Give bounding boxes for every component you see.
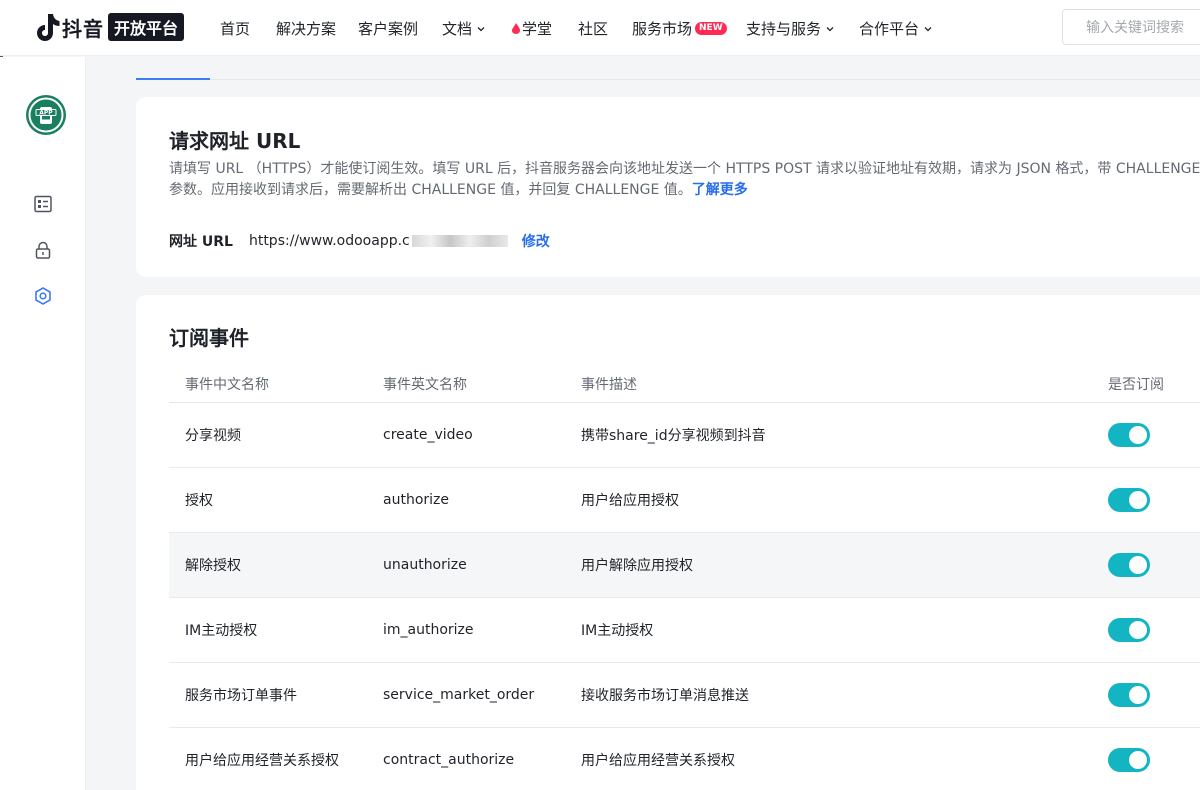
app-avatar[interactable]: APP	[26, 95, 66, 135]
douyin-open-platform-logo[interactable]: 抖音 开放平台	[34, 12, 185, 42]
col-header-description: 事件描述	[565, 367, 1092, 403]
subscribe-toggle[interactable]	[1108, 422, 1150, 447]
request-url-card: 请求网址 URL 请填写 URL （HTTPS）才能使订阅生效。填写 URL 后…	[136, 97, 1200, 277]
douyin-note-icon	[37, 14, 60, 41]
nav-label: 支持与服务	[746, 20, 822, 38]
event-description: 用户给应用授权	[565, 467, 1092, 533]
url-description: 请填写 URL （HTTPS）才能使订阅生效。填写 URL 后，抖音服务器会向该…	[169, 159, 1200, 201]
subscribe-events-card: 订阅事件 事件中文名称 事件英文名称 事件描述 是否订阅 分享视频 create…	[136, 295, 1200, 790]
col-header-en-name: 事件英文名称	[367, 367, 565, 403]
table-row: 解除授权 unauthorize 用户解除应用授权	[169, 532, 1200, 598]
nav-label: 合作平台	[859, 20, 920, 38]
url-desc-line1: 请填写 URL （HTTPS）才能使订阅生效。填写 URL 后，抖音服务器会向该…	[169, 161, 1200, 177]
subscribe-cell	[1092, 662, 1200, 728]
event-cn-name: 服务市场订单事件	[169, 662, 367, 728]
col-header-cn-name: 事件中文名称	[169, 367, 367, 403]
nav-label: 文档	[442, 20, 473, 38]
subscribe-toggle[interactable]	[1108, 487, 1150, 512]
nav-academy[interactable]: 学堂	[512, 18, 552, 39]
settings-hexagon-icon[interactable]	[33, 286, 53, 306]
table-row: 分享视频 create_video 携带share_id分享视频到抖音	[169, 402, 1200, 468]
subscribe-toggle[interactable]	[1108, 682, 1150, 707]
nav-label: 社区	[578, 20, 609, 38]
col-header-subscribed: 是否订阅	[1092, 367, 1200, 403]
event-en-name: create_video	[367, 402, 565, 468]
top-navigation-bar: 抖音 开放平台 首页 解决方案 客户案例 文档 学堂 社区 服务市场 NEW 支…	[0, 0, 1200, 56]
nav-community[interactable]: 社区	[578, 18, 608, 39]
event-cn-name: 解除授权	[169, 532, 367, 598]
event-cn-name: 用户给应用经营关系授权	[169, 727, 367, 790]
left-sidebar: APP	[0, 57, 86, 790]
nav-label: 服务市场	[632, 20, 693, 38]
nav-cases[interactable]: 客户案例	[358, 18, 418, 39]
app-info-icon[interactable]	[33, 194, 53, 214]
learn-more-link[interactable]: 了解更多	[692, 182, 748, 198]
search-placeholder: 输入关键词搜索	[1086, 20, 1184, 36]
event-en-name: im_authorize	[367, 597, 565, 663]
nav-label: 解决方案	[276, 20, 337, 38]
chevron-down-icon	[826, 26, 834, 31]
nav-partners[interactable]: 合作平台	[859, 18, 932, 39]
nav-home[interactable]: 首页	[220, 18, 250, 39]
nav-label: 学堂	[522, 20, 553, 38]
chevron-down-icon	[477, 26, 485, 31]
nav-service-market[interactable]: 服务市场 NEW	[632, 18, 727, 39]
subscribe-cell	[1092, 597, 1200, 663]
event-cn-name: 分享视频	[169, 402, 367, 468]
url-section-title: 请求网址 URL	[169, 129, 301, 153]
subscribe-cell	[1092, 727, 1200, 790]
table-row: 服务市场订单事件 service_market_order 接收服务市场订单消息…	[169, 662, 1200, 728]
new-badge: NEW	[695, 22, 727, 35]
event-cn-name: 授权	[169, 467, 367, 533]
events-section-title: 订阅事件	[169, 326, 249, 350]
nav-support[interactable]: 支持与服务	[746, 18, 834, 39]
event-en-name: contract_authorize	[367, 727, 565, 790]
event-en-name: unauthorize	[367, 532, 565, 598]
app-icon-label: APP	[39, 110, 53, 117]
nav-label: 首页	[220, 20, 251, 38]
app-icon: APP	[28, 97, 64, 133]
event-description: 用户解除应用授权	[565, 532, 1092, 598]
subscribe-toggle[interactable]	[1108, 747, 1150, 772]
url-desc-line2: 参数。应用接收到请求后，需要解析出 CHALLENGE 值，并回复 CHALLE…	[169, 182, 692, 198]
subscribe-toggle[interactable]	[1108, 552, 1150, 577]
subscribe-toggle[interactable]	[1108, 617, 1150, 642]
table-row: 授权 authorize 用户给应用授权	[169, 467, 1200, 533]
brand-badge: 开放平台	[108, 13, 185, 41]
event-en-name: authorize	[367, 467, 565, 533]
event-description: 用户给应用经营关系授权	[565, 727, 1092, 790]
flame-icon	[512, 23, 520, 34]
subscribe-cell	[1092, 532, 1200, 598]
events-table: 事件中文名称 事件英文名称 事件描述 是否订阅 分享视频 create_vide…	[169, 367, 1200, 790]
search-input[interactable]: 输入关键词搜索	[1062, 9, 1200, 45]
brand-name: 抖音	[62, 16, 104, 41]
table-header-row: 事件中文名称 事件英文名称 事件描述 是否订阅	[169, 367, 1200, 403]
nav-label: 客户案例	[358, 20, 419, 38]
chevron-down-icon	[924, 26, 932, 31]
url-field-value: https://www.odooapp.c	[248, 233, 410, 249]
table-row: IM主动授权 im_authorize IM主动授权	[169, 597, 1200, 663]
subscribe-cell	[1092, 402, 1200, 468]
event-description: IM主动授权	[565, 597, 1092, 663]
active-tab-indicator	[136, 78, 210, 80]
event-description: 携带share_id分享视频到抖音	[565, 402, 1092, 468]
event-cn-name: IM主动授权	[169, 597, 367, 663]
event-en-name: service_market_order	[367, 662, 565, 728]
lock-icon[interactable]	[33, 240, 53, 260]
url-field-label: 网址 URL	[169, 234, 233, 250]
nav-docs[interactable]: 文档	[442, 18, 485, 39]
nav-solutions[interactable]: 解决方案	[276, 18, 336, 39]
subscribe-cell	[1092, 467, 1200, 533]
event-description: 接收服务市场订单消息推送	[565, 662, 1092, 728]
url-field-row: 网址 URL https://www.odooapp.c 修改	[169, 231, 550, 251]
edit-url-link[interactable]: 修改	[522, 231, 550, 251]
tab-strip	[136, 57, 1200, 80]
table-row: 用户给应用经营关系授权 contract_authorize 用户给应用经营关系…	[169, 727, 1200, 790]
redacted-url-part	[411, 235, 508, 247]
